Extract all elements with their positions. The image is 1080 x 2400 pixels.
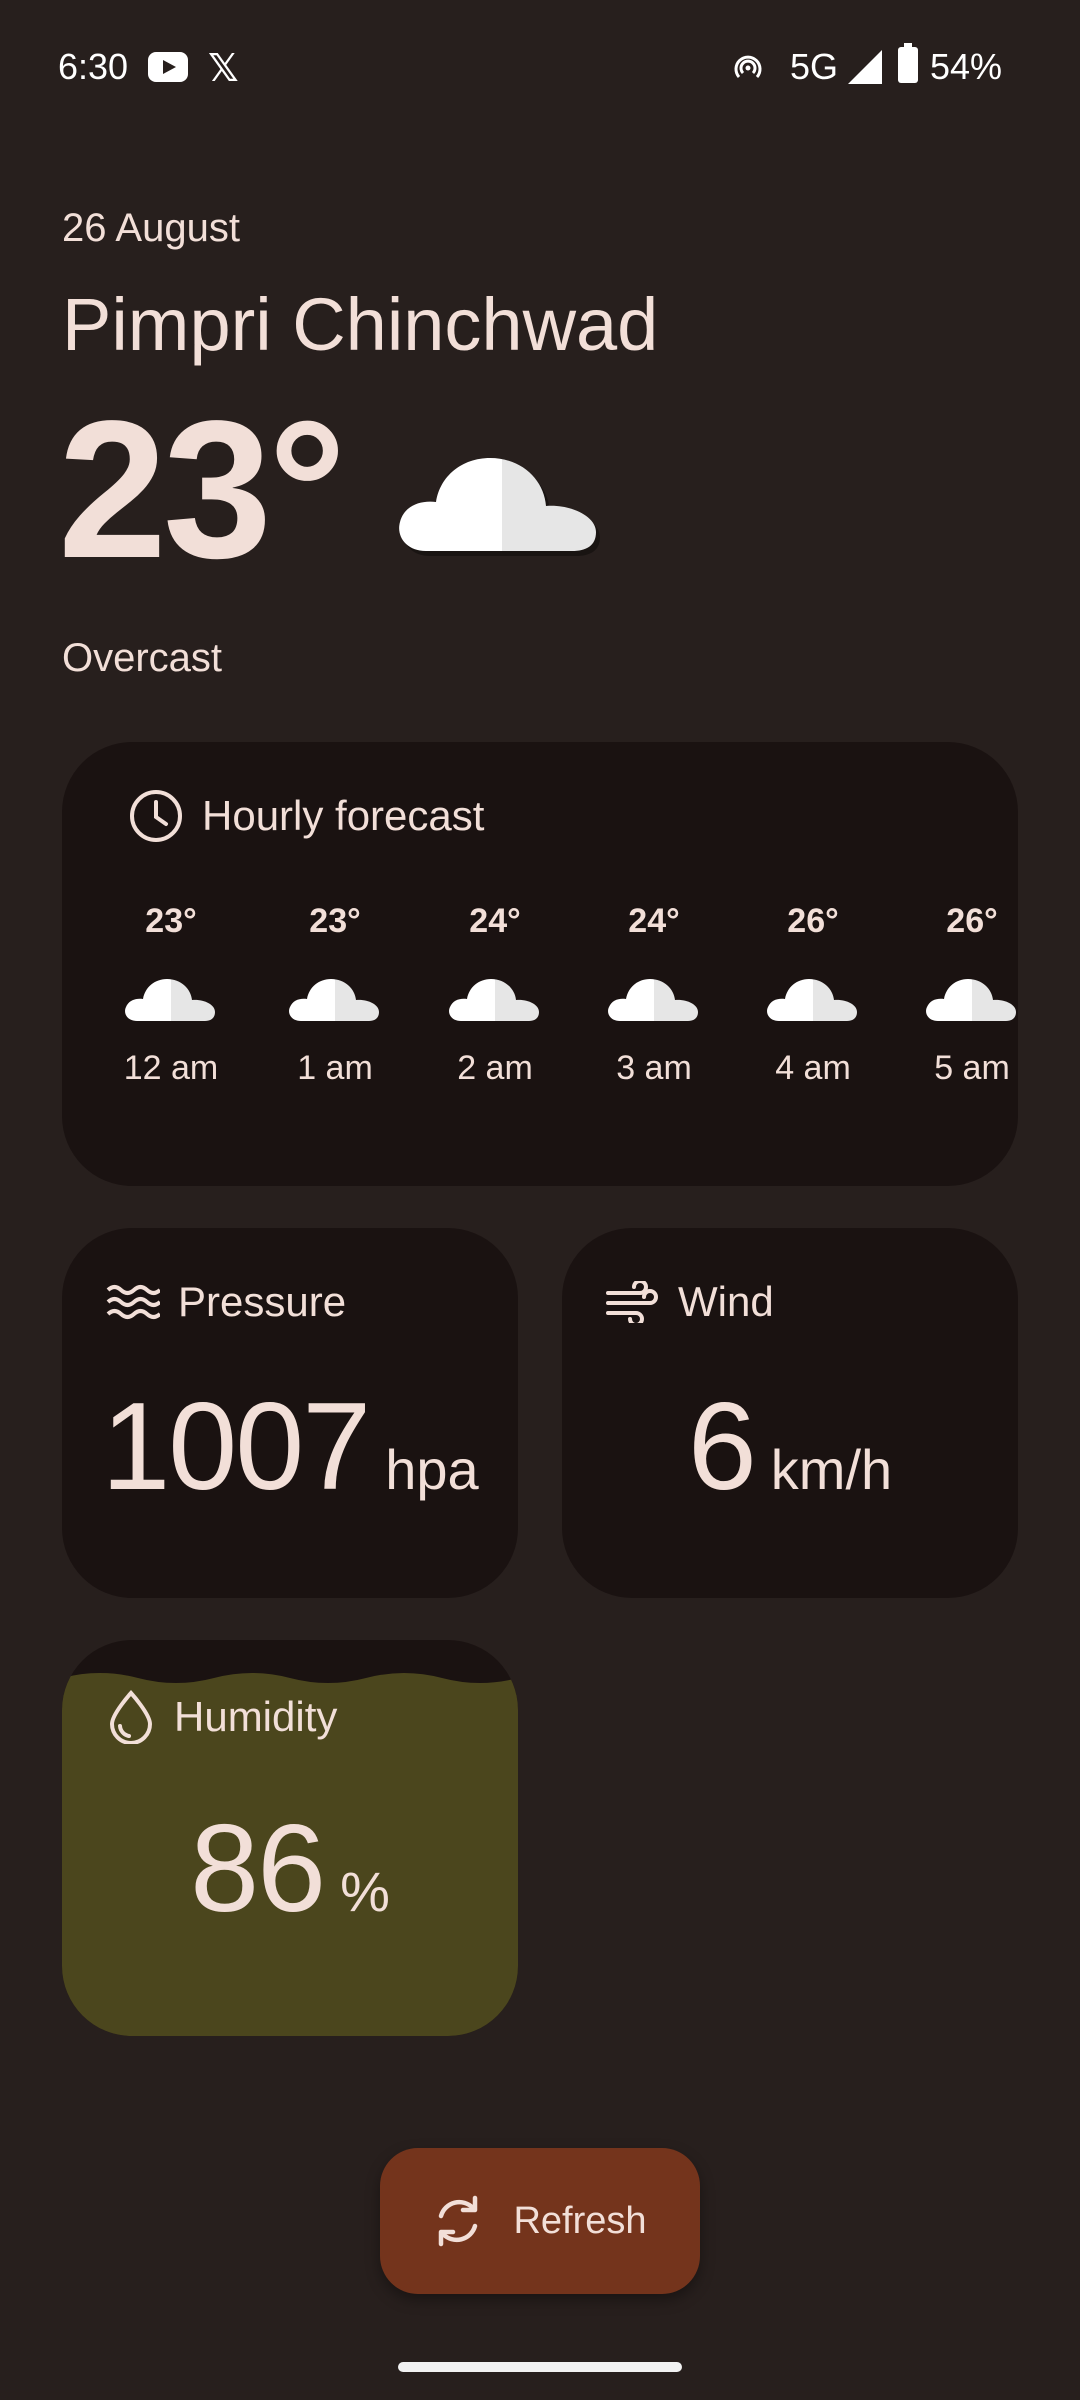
- water-drop-icon: [109, 1690, 153, 1744]
- hourly-temp: 26°: [787, 902, 839, 940]
- city-name: Pimpri Chinchwad: [62, 283, 659, 366]
- hourly-item: 23° 12 am: [106, 902, 236, 1088]
- hourly-forecast-header: Hourly forecast: [128, 788, 484, 844]
- x-notification-icon: 𝕏: [208, 48, 239, 90]
- pressure-value: 1007: [101, 1378, 371, 1516]
- wind-title: Wind: [678, 1278, 774, 1325]
- weather-condition: Overcast: [62, 636, 223, 680]
- humidity-value: 86: [190, 1800, 326, 1938]
- wind-card: Wind 6 km/h: [562, 1228, 1018, 1598]
- weather-screen: 6:30 𝕏 5G 54% 26 August Pimpri Chinchwad…: [0, 0, 1080, 2400]
- humidity-title: Humidity: [174, 1693, 338, 1740]
- cloud-icon: [926, 979, 1016, 1021]
- humidity-card: Humidity 86%: [62, 1640, 518, 2036]
- wind-reading: 6 km/h: [562, 1376, 1018, 1518]
- battery-percent: 54%: [930, 46, 1003, 87]
- pressure-header: Pressure: [106, 1278, 346, 1326]
- battery-charging-icon: [898, 43, 918, 83]
- cloud-icon: [608, 979, 698, 1021]
- network-type: 5G: [790, 46, 839, 87]
- cloud-icon: [449, 979, 539, 1021]
- humidity-header: Humidity: [106, 1690, 337, 1744]
- clock-icon: [130, 790, 182, 842]
- signal-icon: [848, 50, 882, 84]
- hourly-temp: 23°: [145, 902, 197, 940]
- wind-value: 6: [687, 1378, 757, 1516]
- hourly-temp: 23°: [309, 902, 361, 940]
- hourly-time: 4 am: [775, 1049, 851, 1087]
- youtube-notification-icon: [148, 52, 188, 82]
- humidity-unit: %: [340, 1860, 390, 1923]
- cloud-icon: [289, 979, 379, 1021]
- refresh-label: Refresh: [513, 2199, 647, 2242]
- cloud-icon: [767, 979, 857, 1021]
- hourly-temp: 26°: [946, 902, 998, 940]
- pressure-unit: hpa: [385, 1438, 479, 1501]
- wind-header: Wind: [606, 1278, 774, 1326]
- current-temperature: 23°: [58, 380, 346, 599]
- hourly-item: 26° 5 am: [907, 902, 1018, 1088]
- pressure-reading: 1007 hpa: [62, 1376, 518, 1518]
- hourly-item: 24° 2 am: [430, 902, 560, 1088]
- hourly-temp: 24°: [628, 902, 680, 940]
- hourly-item: 23° 1 am: [270, 902, 400, 1088]
- hourly-time: 3 am: [616, 1049, 692, 1087]
- hourly-time: 2 am: [457, 1049, 533, 1087]
- hourly-item: 26° 4 am: [748, 902, 878, 1088]
- status-time: 6:30: [58, 46, 129, 87]
- hourly-temp: 24°: [469, 902, 521, 940]
- refresh-icon: [439, 2195, 478, 2247]
- refresh-button[interactable]: Refresh: [380, 2148, 700, 2294]
- pressure-card: Pressure 1007 hpa: [62, 1228, 518, 1598]
- pressure-title: Pressure: [178, 1278, 347, 1325]
- hotspot-icon: [734, 55, 762, 78]
- wind-icon: [606, 1281, 658, 1323]
- cloud-icon: [399, 458, 600, 556]
- hourly-forecast-card: Hourly forecast 23° 12 am 23° 1 am 24° 2…: [62, 742, 1018, 1186]
- hourly-item: 24° 3 am: [589, 902, 719, 1088]
- wind-unit: km/h: [770, 1438, 893, 1501]
- hourly-time: 12 am: [123, 1049, 219, 1087]
- hourly-time: 1 am: [297, 1049, 373, 1087]
- waves-icon: [106, 1285, 160, 1319]
- current-date: 26 August: [62, 206, 240, 250]
- status-bar: 6:30 𝕏 5G 54%: [0, 0, 1080, 136]
- hourly-time: 5 am: [934, 1049, 1010, 1087]
- hourly-forecast-title: Hourly forecast: [202, 792, 485, 839]
- humidity-reading: 86%: [62, 1798, 518, 1940]
- home-indicator[interactable]: [398, 2362, 682, 2372]
- cloud-icon: [125, 979, 215, 1021]
